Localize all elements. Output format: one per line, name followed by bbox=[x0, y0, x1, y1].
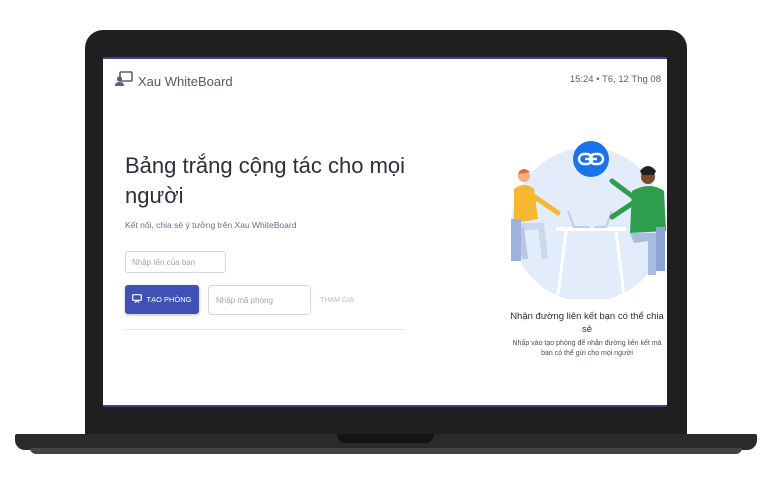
app-name: Xau WhiteBoard bbox=[138, 74, 233, 89]
create-room-button[interactable]: TẠO PHÒNG bbox=[125, 285, 199, 314]
room-code-input[interactable] bbox=[208, 285, 311, 315]
promo-text: Nhấp vào tạo phòng để nhận đường liên kế… bbox=[512, 340, 662, 357]
datetime-display: 15:24 • T6, 12 Thg 08 bbox=[569, 74, 661, 85]
hero-subtitle: Kết nối, chia sẻ ý tưởng trên Xau WhiteB… bbox=[125, 220, 297, 230]
app-screen: Xau WhiteBoard 15:24 • T6, 12 Thg 08 Bản… bbox=[103, 57, 667, 407]
laptop-notch bbox=[337, 434, 434, 443]
present-to-all-icon bbox=[115, 71, 133, 92]
whiteboard-icon bbox=[132, 294, 143, 305]
name-input[interactable] bbox=[125, 251, 226, 273]
create-room-label: TẠO PHÒNG bbox=[146, 295, 192, 304]
link-icon bbox=[573, 141, 609, 177]
hero-title: Bảng trắng cộng tác cho mọi người bbox=[125, 153, 406, 208]
app-logo[interactable]: Xau WhiteBoard bbox=[115, 71, 233, 92]
divider bbox=[125, 329, 405, 330]
app-header: Xau WhiteBoard 15:24 • T6, 12 Thg 08 bbox=[103, 59, 667, 101]
join-button[interactable]: THAM GIA bbox=[315, 285, 359, 315]
promo-title: Nhận đường liên kết bạn có thể chia sẻ bbox=[510, 311, 664, 335]
meeting-illustration bbox=[508, 119, 667, 302]
laptop-base-edge bbox=[30, 448, 742, 454]
